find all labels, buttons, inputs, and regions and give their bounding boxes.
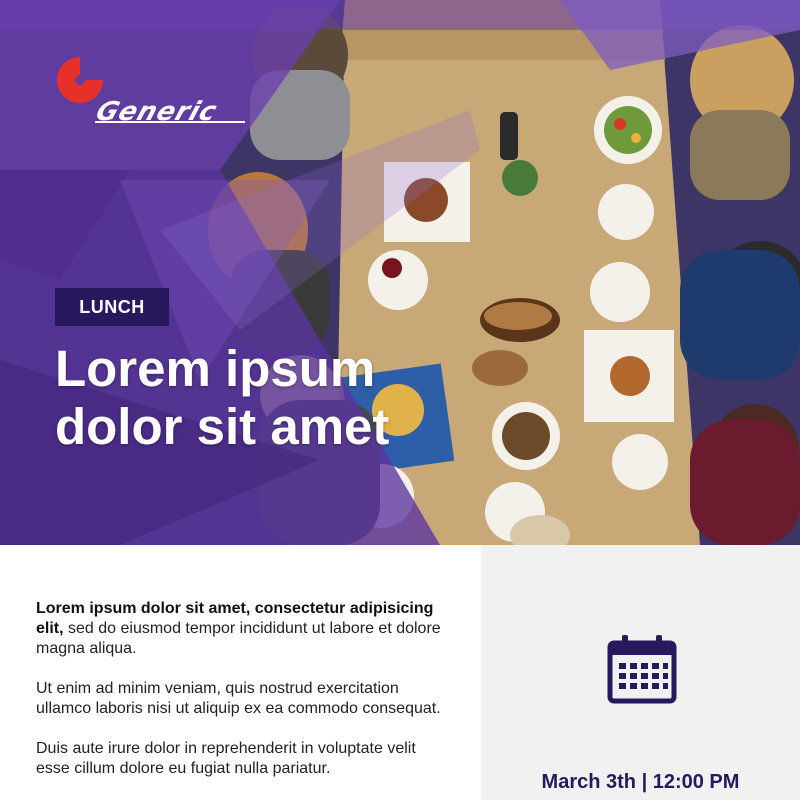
hero-banner: Generic LUNCH Lorem ipsum dolor sit amet [0, 0, 800, 545]
calendar-icon [607, 635, 677, 704]
paragraph-3: Duis aute irure dolor in reprehenderit i… [36, 740, 416, 777]
category-tag: LUNCH [55, 288, 169, 326]
paragraph-2: Ut enim ad minim veniam, quis nostrud ex… [36, 680, 441, 717]
event-date-time: March 3th | 12:00 PM [541, 771, 740, 793]
logo-underline [95, 121, 245, 123]
paragraph-1: Lorem ipsum dolor sit amet, consectetur … [36, 599, 451, 659]
event-panel: March 3th | 12:00 PM [481, 545, 800, 800]
logo-mark-icon [57, 57, 103, 103]
headline-line-2: dolor sit amet [55, 398, 390, 455]
headline-line-1: Lorem ipsum [55, 340, 376, 397]
brand-logo[interactable]: Generic [55, 55, 255, 127]
paragraph-1-rest: sed do eiusmod tempor incididunt ut labo… [36, 620, 441, 657]
hero-headline: Lorem ipsum dolor sit amet [55, 340, 655, 456]
body-copy: Lorem ipsum dolor sit amet, consectetur … [0, 545, 481, 800]
